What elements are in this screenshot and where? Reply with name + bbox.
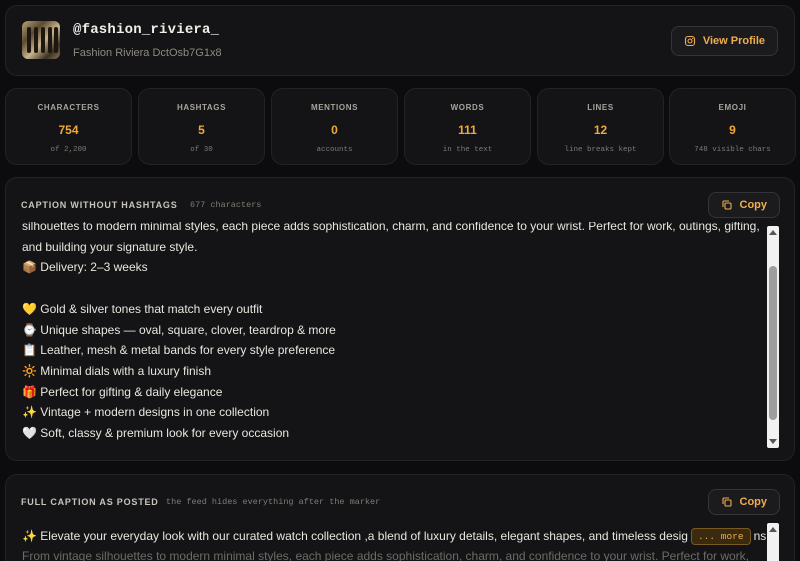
stat-label: WORDS: [450, 103, 485, 112]
scrollbar[interactable]: [767, 523, 779, 561]
caption-line: silhouettes to modern minimal styles, ea…: [22, 222, 760, 233]
stat-value: 9: [729, 123, 736, 137]
stat-sub: in the text: [442, 146, 493, 154]
stat-label: EMOJI: [718, 103, 747, 112]
profile-name: Fashion Riviera DctOsb7G1x8: [73, 47, 222, 59]
stat-sub: line breaks kept: [564, 146, 637, 154]
stat-sub: of 2,200: [50, 146, 87, 154]
stat-label: CHARACTERS: [37, 103, 100, 112]
caption-line: ✨ Vintage + modern designs in one collec…: [22, 405, 270, 420]
caption-line: [22, 278, 756, 299]
caption-line: and building your signature style.: [22, 239, 198, 254]
section-title: FULL CAPTION AS POSTED: [21, 497, 159, 507]
stat-emoji: EMOJI 9 748 visible chars: [669, 88, 796, 165]
caption-line: ⌚ Unique shapes — oval, square, clover, …: [22, 322, 336, 337]
scroll-down-arrow-icon[interactable]: [769, 439, 777, 444]
stat-value: 0: [331, 123, 338, 137]
caption-line: 🤍 Soft, classy & premium look for every …: [22, 426, 290, 441]
view-profile-label: View Profile: [702, 35, 765, 47]
full-caption-first-line: ✨ Elevate your everyday look with our cu…: [22, 528, 770, 545]
more-marker: ... more: [690, 528, 751, 545]
section-title: CAPTION WITHOUT HASHTAGS: [21, 200, 178, 210]
caption-line: 🎁 Perfect for gifting & daily elegance: [22, 384, 223, 399]
avatar: [22, 21, 60, 59]
caption-line: 🔆 Minimal dials with a luxury finish: [22, 363, 211, 378]
caption-line: 📦 Delivery: 2–3 weeks: [22, 260, 148, 275]
caption-text: silhouettes to modern minimal styles, ea…: [22, 222, 760, 444]
stat-value: 111: [458, 123, 477, 137]
view-profile-button[interactable]: View Profile: [670, 26, 778, 56]
stat-sub: 748 visible chars: [694, 146, 771, 154]
stat-label: MENTIONS: [310, 103, 359, 112]
stat-label: LINES: [587, 103, 614, 112]
profile-header: @fashion_riviera_ Fashion Riviera DctOsb…: [5, 5, 795, 76]
hidden-caption-line: From vintage silhouettes to modern minim…: [22, 549, 749, 561]
stat-words: WORDS 111 in the text: [404, 88, 531, 165]
caption-line: 💛 Gold & silver tones that match every o…: [22, 301, 263, 316]
stat-lines: LINES 12 line breaks kept: [537, 88, 664, 165]
caption-before-marker: ✨ Elevate your everyday look with our cu…: [22, 529, 688, 543]
scroll-up-arrow-icon[interactable]: [769, 230, 777, 235]
stat-mentions: MENTIONS 0 accounts: [271, 88, 398, 165]
stat-hashtags: HASHTAGS 5 of 30: [138, 88, 265, 165]
character-count: 677 characters: [190, 200, 262, 210]
stat-value: 12: [593, 123, 608, 137]
stat-value: 5: [198, 123, 205, 137]
copy-button[interactable]: Copy: [707, 192, 780, 218]
stat-sub: accounts: [316, 146, 353, 154]
copy-icon: [721, 200, 732, 210]
instagram-icon: [684, 35, 695, 47]
caption-text-area[interactable]: silhouettes to modern minimal styles, ea…: [6, 222, 794, 448]
scroll-up-arrow-icon[interactable]: [769, 527, 777, 532]
scrollbar-thumb[interactable]: [769, 266, 777, 420]
caption-line: 📋 Leather, mesh & metal bands for every …: [22, 343, 336, 358]
stat-characters: CHARACTERS 754 of 2,200: [5, 88, 132, 165]
copy-button[interactable]: Copy: [707, 489, 780, 515]
caption-without-hashtags-section: CAPTION WITHOUT HASHTAGS 677 characters …: [5, 177, 795, 461]
copy-label: Copy: [739, 496, 768, 508]
copy-label: Copy: [739, 199, 768, 211]
section-note: the feed hides everything after the mark…: [166, 497, 381, 507]
copy-icon: [721, 497, 732, 507]
full-caption-section: FULL CAPTION AS POSTED the feed hides ev…: [5, 474, 795, 561]
profile-handle: @fashion_riviera_: [73, 22, 220, 38]
stat-sub: of 30: [190, 146, 213, 154]
scrollbar[interactable]: [767, 226, 779, 448]
stat-value: 754: [58, 123, 79, 137]
stat-label: HASHTAGS: [176, 103, 227, 112]
